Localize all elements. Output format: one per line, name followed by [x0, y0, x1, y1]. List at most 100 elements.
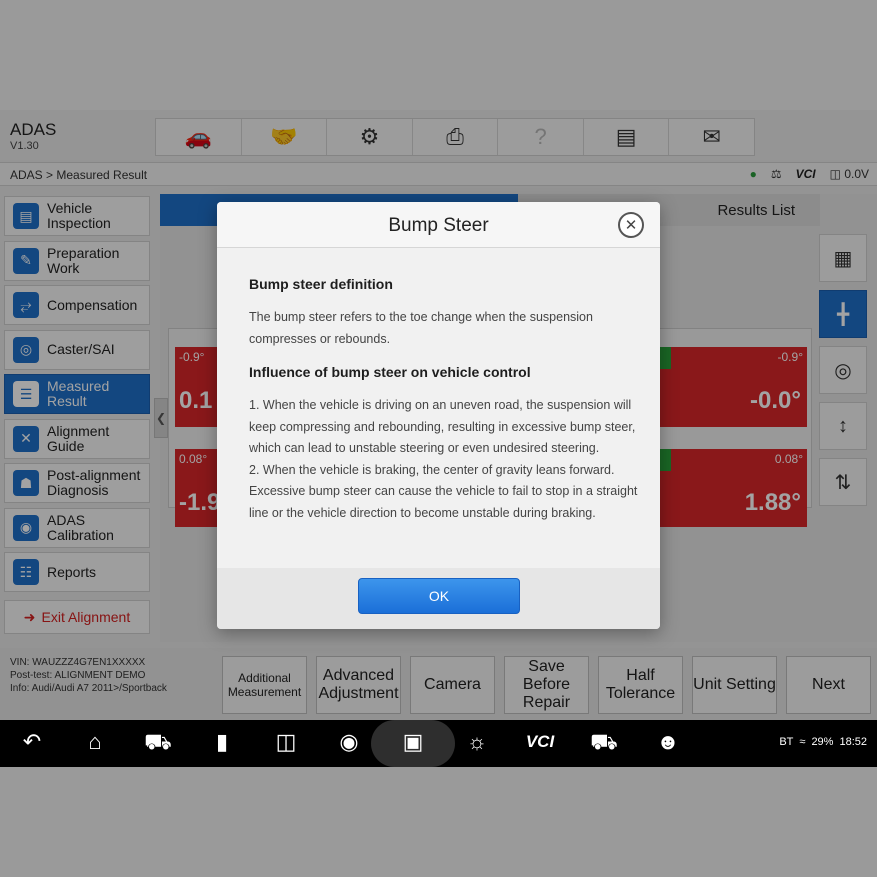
display-brightness-icon[interactable]: ☼ — [459, 729, 495, 755]
sidebar-item-caster-sai[interactable]: ◎ Caster/SAI — [4, 329, 150, 370]
dialog-body: Bump steer definition The bump steer ref… — [217, 248, 660, 568]
car-diagnose-icon[interactable]: 🚗 — [156, 119, 242, 155]
vin-text: VIN: WAUZZZ4G7EN1XXXXX — [10, 657, 146, 668]
wifi-icon: ≈ — [799, 736, 806, 748]
printer-icon[interactable]: ⎙ — [413, 119, 499, 155]
network-icon: ● — [749, 167, 757, 181]
back-icon[interactable]: ↶ — [14, 729, 50, 755]
handshake-icon[interactable]: 🤝 — [242, 119, 328, 155]
exit-icon: ➜ — [23, 608, 36, 625]
camera-button[interactable]: Camera — [410, 656, 495, 714]
browser-icon[interactable]: ◉ — [331, 729, 367, 755]
single-axle-view-icon[interactable]: ╋ — [819, 290, 867, 338]
definition-text: The bump steer refers to the toe change … — [249, 310, 593, 346]
app-version: V1.30 — [10, 140, 39, 152]
sidebar-item-compensation[interactable]: ⥂ Compensation — [4, 285, 150, 325]
right-bottom-small-value: 0.08° — [774, 452, 803, 466]
sidebar-item-vehicle-inspection[interactable]: ▤ Vehicle Inspection — [4, 196, 150, 236]
influence-point-1: 1. When the vehicle is driving on an une… — [249, 398, 636, 455]
steering-view-icon[interactable]: ◎ — [819, 346, 867, 394]
vehicle-model-text: Info: Audi/Audi A7 2011>/Sportback — [10, 683, 167, 694]
remote-expert-icon[interactable]: ☻ — [650, 729, 686, 755]
recent-apps-icon[interactable]: ▮ — [204, 729, 240, 755]
system-status: BT ≈ 29% 18:52 — [779, 736, 867, 748]
sidebar-item-alignment-guide[interactable]: ✕ Alignment Guide — [4, 418, 150, 459]
dialog-footer: OK — [217, 568, 660, 629]
left-top-big-value: 0.1 — [179, 387, 213, 414]
sidebar-item-label: ADAS Calibration — [47, 511, 114, 543]
sidebar-collapse-handle[interactable]: ❮ — [154, 398, 168, 438]
right-top-big-value: -0.0° — [750, 387, 801, 414]
wheelbase-view-icon[interactable]: ↕ — [819, 402, 867, 450]
ok-button[interactable]: OK — [358, 578, 520, 614]
message-icon[interactable]: ✉ — [669, 119, 754, 155]
bump-steer-dialog: Bump Steer ✕ Bump steer definition The b… — [217, 202, 660, 629]
status-icons: ● ⚖ VCI ◫ 0.0V — [750, 167, 869, 181]
battery-voltage: ◫ 0.0V — [829, 167, 869, 181]
sidebar-item-label: Caster/SAI — [47, 341, 115, 357]
adas-icon: ◉ — [13, 514, 39, 541]
track-view-icon[interactable]: ⇅ — [819, 458, 867, 506]
toolbar: 🚗 🤝 ⚙ ⎙ ? ▤ ✉ — [155, 118, 755, 156]
post-test-text: Post-test: ALIGNMENT DEMO — [10, 670, 146, 681]
influence-point-2: 2. When the vehicle is braking, the cent… — [249, 462, 638, 520]
axle-view-icon[interactable]: ▦ — [819, 234, 867, 282]
wrench-icon: ✕ — [13, 425, 39, 452]
bluetooth-status: BT — [779, 736, 794, 748]
vehicle-inspection-icon: ▤ — [13, 203, 39, 229]
sidebar-item-preparation-work[interactable]: ✎ Preparation Work — [4, 240, 150, 281]
steering-wheel-icon: ◎ — [13, 336, 39, 363]
help-icon[interactable]: ? — [498, 119, 584, 155]
sidebar: ▤ Vehicle Inspection ✎ Preparation Work … — [4, 196, 150, 634]
dialog-header: Bump Steer ✕ — [217, 202, 660, 248]
sidebar-item-label: Reports — [47, 563, 97, 580]
left-bottom-small-value: 0.08° — [179, 452, 208, 466]
voltage-value: 0.0V — [844, 167, 869, 181]
title-bar: ADAS V1.30 🚗 🤝 ⚙ ⎙ ? ▤ ✉ — [0, 110, 877, 160]
influence-heading: Influence of bump steer on vehicle contr… — [249, 364, 531, 380]
clock: 18:52 — [839, 736, 867, 748]
save-before-repair-button[interactable]: Save Before Repair — [504, 656, 589, 714]
unit-setting-button[interactable]: Unit Setting — [692, 656, 777, 714]
breadcrumb: ADAS > Measured Result — [10, 168, 148, 182]
sidebar-item-post-alignment-diagnosis[interactable]: ☗ Post-alignment Diagnosis — [4, 463, 150, 503]
battery-level: 29% — [811, 736, 834, 748]
right-top-small-value: -0.9° — [777, 350, 803, 364]
vehicle-info: VIN: WAUZZZ4G7EN1XXXXX Post-test: ALIGNM… — [10, 656, 167, 695]
report-icon: ☷ — [13, 559, 39, 585]
action-buttons: Additional Measurement Advanced Adjustme… — [222, 656, 871, 714]
gear-icon[interactable]: ⚙ — [327, 119, 413, 155]
sidebar-item-label: Post-alignment Diagnosis — [47, 467, 141, 498]
list-icon: ☰ — [13, 381, 39, 407]
sidebar-item-label: Compensation — [47, 296, 138, 313]
close-icon[interactable]: ✕ — [618, 212, 644, 238]
app-title: ADAS — [10, 120, 57, 139]
half-tolerance-button[interactable]: Half Tolerance — [598, 656, 683, 714]
save-icon[interactable]: ▤ — [584, 119, 670, 155]
screenshot-camera-icon[interactable]: ▣ — [395, 729, 431, 755]
sidebar-item-reports[interactable]: ☷ Reports — [4, 552, 150, 592]
car-icon: ☗ — [13, 470, 39, 496]
definition-heading: Bump steer definition — [249, 276, 393, 292]
compensation-icon: ⥂ — [13, 292, 39, 318]
left-bottom-big-value: -1.9 — [179, 489, 221, 516]
additional-measurement-button[interactable]: Additional Measurement — [222, 656, 307, 714]
car-home-icon[interactable]: ⛟ — [140, 729, 176, 758]
left-top-small-value: -0.9° — [179, 350, 205, 364]
advanced-adjustment-button[interactable]: Advanced Adjustment — [316, 656, 401, 714]
android-nav-bar: ↶ ⌂ ⛟ ▮ ◫ ◉ ▣ ☼ VCI ⛟ ☻ BT ≈ 29% 18:52 — [0, 720, 877, 767]
sidebar-item-adas-calibration[interactable]: ◉ ADAS Calibration — [4, 507, 150, 548]
vci-icon[interactable]: VCI — [522, 732, 558, 752]
dialog-title: Bump Steer — [388, 215, 489, 236]
sidebar-item-measured-result[interactable]: ☰ Measured Result — [4, 374, 150, 414]
scale-icon: ⚖ — [770, 167, 782, 181]
exit-alignment-button[interactable]: ➜ Exit Alignment — [4, 600, 150, 634]
breadcrumb-bar: ADAS > Measured Result ● ⚖ VCI ◫ 0.0V — [0, 162, 877, 186]
view-switcher: ▦ ╋ ◎ ↕ ⇅ — [819, 234, 869, 514]
car-connect-icon[interactable]: ⛟ — [586, 729, 622, 758]
sidebar-item-label: Vehicle Inspection — [47, 200, 111, 231]
vci-status: VCI — [795, 167, 816, 181]
home-icon[interactable]: ⌂ — [77, 729, 113, 755]
split-screen-icon[interactable]: ◫ — [268, 729, 304, 755]
next-button[interactable]: Next — [786, 656, 871, 714]
